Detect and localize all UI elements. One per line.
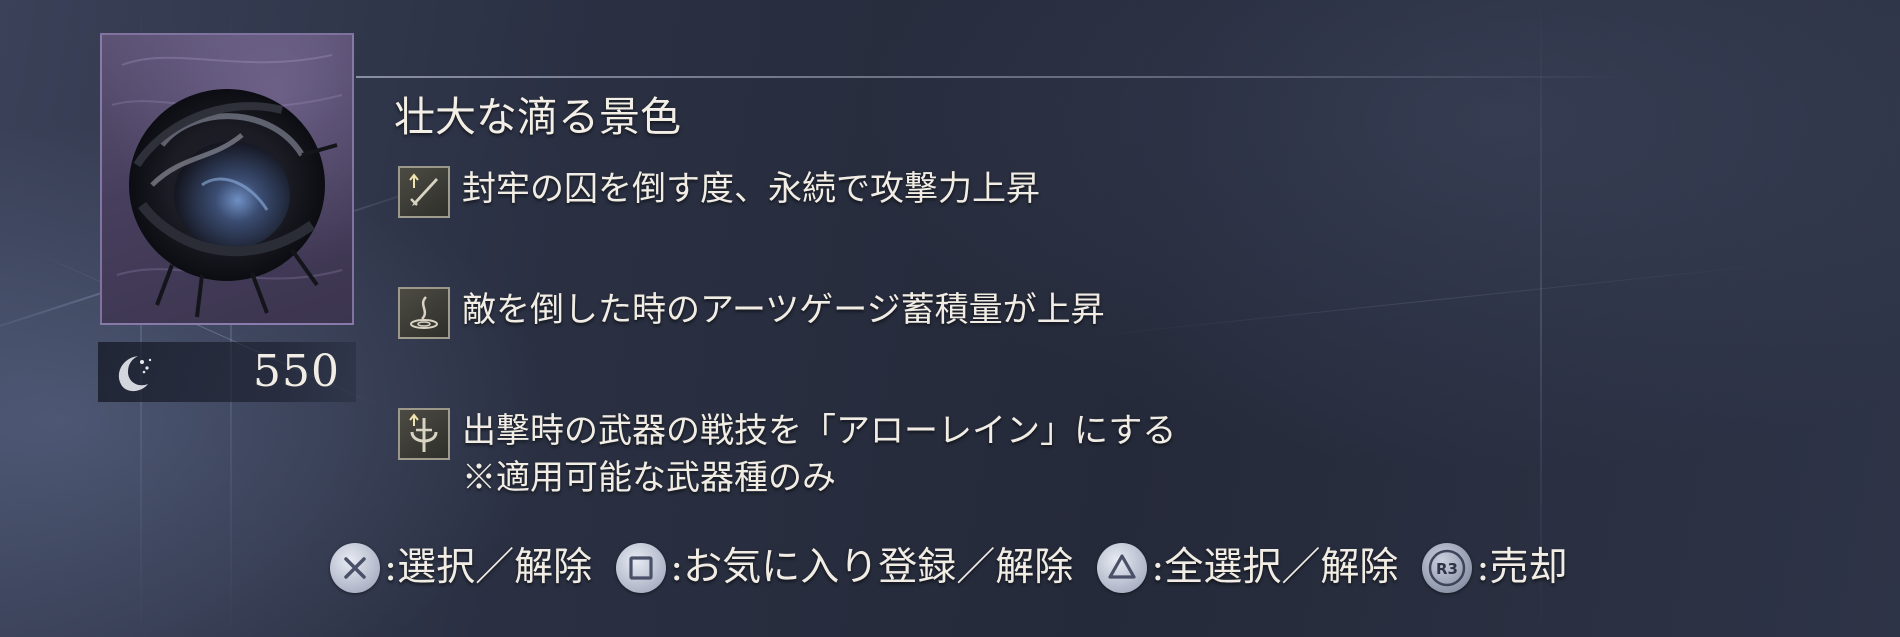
- effect-line: 出撃時の武器の戦技を「アローレイン」にする: [462, 411, 1177, 451]
- prompt-sell[interactable]: R3 :売却: [1422, 543, 1568, 593]
- svg-text:R3: R3: [1436, 560, 1458, 578]
- square-button-icon: [616, 543, 667, 593]
- r3-button-icon: R3: [1422, 543, 1473, 593]
- title-divider: [356, 76, 1626, 78]
- effect-row: 出撃時の武器の戦技を「アローレイン」にする ※適用可能な武器種のみ: [398, 408, 1176, 502]
- prompt-select-all-toggle[interactable]: :全選択／解除: [1097, 543, 1398, 593]
- effect-text: 封牢の囚を倒す度、永続で攻撃力上昇: [462, 166, 1040, 213]
- effect-text: 敵を倒した時のアーツゲージ蓄積量が上昇: [462, 287, 1105, 334]
- relic-item-card[interactable]: [100, 33, 354, 325]
- price-value: 550: [253, 346, 340, 397]
- weapon-skill-icon: [398, 408, 450, 460]
- effect-row: 敵を倒した時のアーツゲージ蓄積量が上昇: [398, 287, 1105, 339]
- effect-row: 封牢の囚を倒す度、永続で攻撃力上昇: [398, 166, 1040, 218]
- bg-light-streak: [1081, 263, 1779, 338]
- prompt-label: :選択／解除: [384, 545, 593, 590]
- effect-line: 敵を倒した時のアーツゲージ蓄積量が上昇: [462, 290, 1105, 330]
- price-bar: 550: [98, 342, 356, 402]
- effect-note: ※適用可能な武器種のみ: [462, 458, 836, 498]
- prompt-label: :お気に入り登録／解除: [670, 545, 1074, 590]
- cross-button-icon: [330, 543, 380, 593]
- prompt-select-toggle[interactable]: :選択／解除: [330, 543, 592, 593]
- murk-currency-icon: [118, 356, 152, 392]
- button-prompt-bar: :選択／解除 :お気に入り登録／解除 :全選択／解除 R3:売却: [330, 540, 1592, 596]
- effect-text: 出撃時の武器の戦技を「アローレイン」にする ※適用可能な武器種のみ: [462, 408, 1176, 502]
- triangle-button-icon: [1097, 543, 1148, 593]
- dark-thorny-orb-icon: [111, 54, 343, 318]
- relic-detail-screen: 550 壮大な滴る景色 封牢の囚を倒す度、永続で攻撃力上昇 敵を倒した時のアーツ…: [0, 0, 1900, 637]
- effect-line: 封牢の囚を倒す度、永続で攻撃力上昇: [462, 169, 1040, 209]
- art-gauge-drop-icon: [398, 287, 450, 339]
- prompt-favorite-toggle[interactable]: :お気に入り登録／解除: [616, 543, 1073, 593]
- prompt-label: :全選択／解除: [1151, 545, 1399, 590]
- prompt-label: :売却: [1476, 545, 1568, 590]
- sword-attack-up-icon: [398, 166, 450, 218]
- item-name: 壮大な滴る景色: [394, 93, 681, 141]
